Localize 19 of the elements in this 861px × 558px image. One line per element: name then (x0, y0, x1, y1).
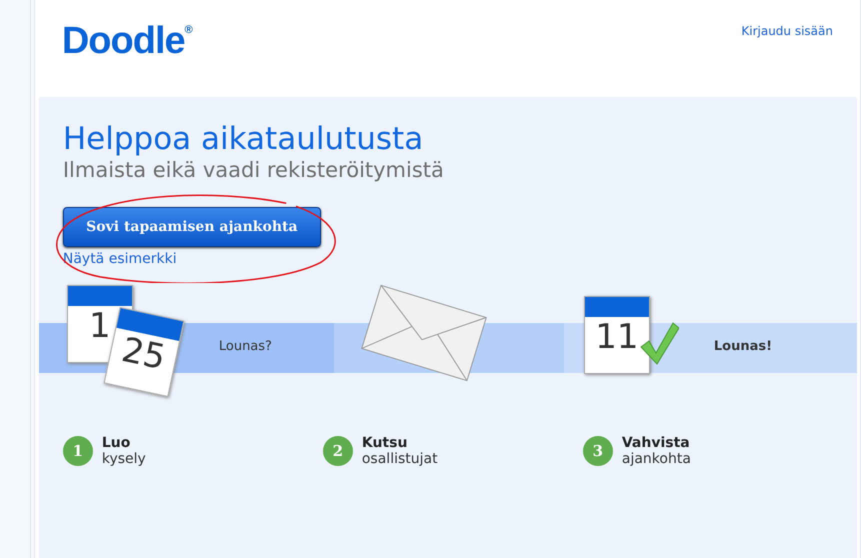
step-title: Kutsu (362, 435, 408, 451)
doodle-logo[interactable]: Doodle$^{®}$ (62, 20, 192, 63)
calendar-icon: 11 (584, 296, 650, 374)
step-number-badge: 1 (62, 436, 93, 466)
hero-title: Helppoa aikataulutusta (62, 121, 424, 157)
step-number-badge: 3 (582, 436, 613, 466)
step-subtitle: ajankohta (622, 451, 691, 467)
checkmark-icon (638, 321, 679, 366)
example-link[interactable]: Näytä esimerkki (62, 251, 177, 267)
login-link[interactable]: Kirjaudu sisään (741, 24, 833, 38)
step-title: Vahvista (622, 435, 691, 451)
schedule-button[interactable]: Sovi tapaamisen ajankohta (62, 207, 321, 247)
hero-subtitle: Ilmaista eikä vaadi rekisteröitymistä (62, 157, 445, 183)
banner-caption: Lounas? (218, 339, 272, 354)
step-subtitle: osallistujat (362, 451, 438, 467)
step-subtitle: kysely (102, 451, 146, 467)
banner-caption: Lounas! (714, 339, 772, 354)
step-title: Luo (102, 435, 132, 451)
step-number-badge: 2 (322, 436, 353, 466)
